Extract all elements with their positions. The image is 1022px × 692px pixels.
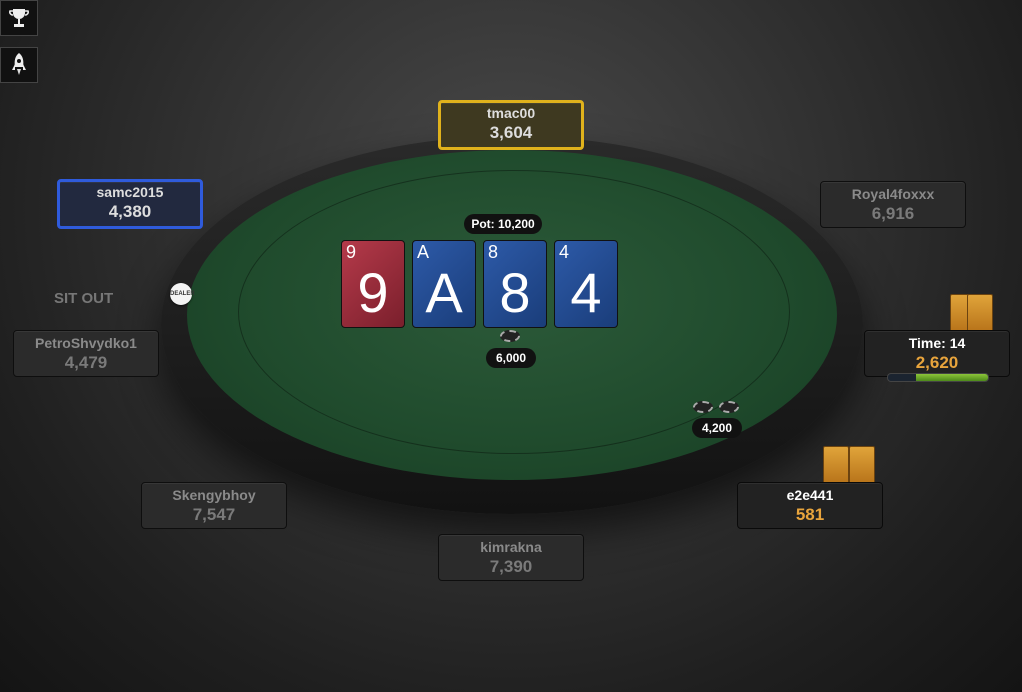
hole-card-back xyxy=(823,446,849,484)
board-card-3: 8 8 xyxy=(483,240,547,328)
pot-label: Pot: 10,200 xyxy=(464,214,542,234)
card-rank-corner: 9 xyxy=(346,242,357,262)
player-stack: 3,604 xyxy=(489,123,533,142)
seat-e2e441[interactable]: e2e441 581 xyxy=(737,482,883,529)
seat-skengybhoy[interactable]: Skengybhoy 7,547 xyxy=(141,482,287,529)
seat-royal4foxxx[interactable]: Royal4foxxx 6,916 xyxy=(820,181,966,228)
player-stack: 6,916 xyxy=(871,204,915,223)
hole-card-back xyxy=(849,446,875,484)
player-name: tmac00 xyxy=(486,105,536,121)
player-stack: 581 xyxy=(795,505,825,524)
player-stack: 4,380 xyxy=(108,202,152,221)
sit-out-label: SIT OUT xyxy=(54,290,114,307)
bet-amount-right: 4,200 xyxy=(692,418,742,438)
turn-timer-label: Time: 14 xyxy=(908,335,966,351)
seat-petroshvydko1[interactable]: PetroShvydko1 4,479 xyxy=(13,330,159,377)
bet-amount-center: 6,000 xyxy=(486,348,536,368)
player-stack: 7,547 xyxy=(192,505,236,524)
seat-kimrakna[interactable]: kimrakna 7,390 xyxy=(438,534,584,581)
player-stack: 7,390 xyxy=(489,557,533,576)
card-rank-corner: A xyxy=(417,242,430,262)
card-rank: A xyxy=(425,261,463,324)
seat-samc2015[interactable]: samc2015 4,380 xyxy=(57,179,203,229)
player-name: Royal4foxxx xyxy=(851,186,935,202)
board-card-1: 9 9 xyxy=(341,240,405,328)
turn-timer-fill xyxy=(916,374,988,381)
player-name: samc2015 xyxy=(96,184,164,200)
player-stack: 2,620 xyxy=(915,353,959,372)
board-card-2: A A xyxy=(412,240,476,328)
hole-card-back xyxy=(967,294,993,332)
trophy-icon xyxy=(9,9,29,27)
chip-stack-icon xyxy=(693,401,713,413)
dealer-button: DEALER xyxy=(170,283,195,305)
player-name: e2e441 xyxy=(786,487,834,503)
turn-timer-bar xyxy=(887,373,989,382)
card-rank: 4 xyxy=(570,261,602,324)
player-name: PetroShvydko1 xyxy=(35,335,137,351)
trophy-button[interactable] xyxy=(0,0,38,36)
player-stack: 4,479 xyxy=(64,353,108,372)
card-rank-corner: 4 xyxy=(559,242,570,262)
card-rank: 9 xyxy=(357,261,389,324)
seat-hero-timer[interactable]: Time: 14 2,620 xyxy=(864,330,1010,377)
card-rank: 8 xyxy=(499,261,531,324)
seat-tmac00[interactable]: tmac00 3,604 xyxy=(438,100,584,150)
player-name: Skengybhoy xyxy=(172,487,256,503)
board-card-4: 4 4 xyxy=(554,240,618,328)
chip-stack-icon xyxy=(719,401,739,413)
player-name: kimrakna xyxy=(480,539,542,555)
rocket-icon xyxy=(12,53,26,75)
chip-stack-icon xyxy=(500,330,520,342)
rocket-button[interactable] xyxy=(0,47,38,83)
card-rank-corner: 8 xyxy=(488,242,499,262)
